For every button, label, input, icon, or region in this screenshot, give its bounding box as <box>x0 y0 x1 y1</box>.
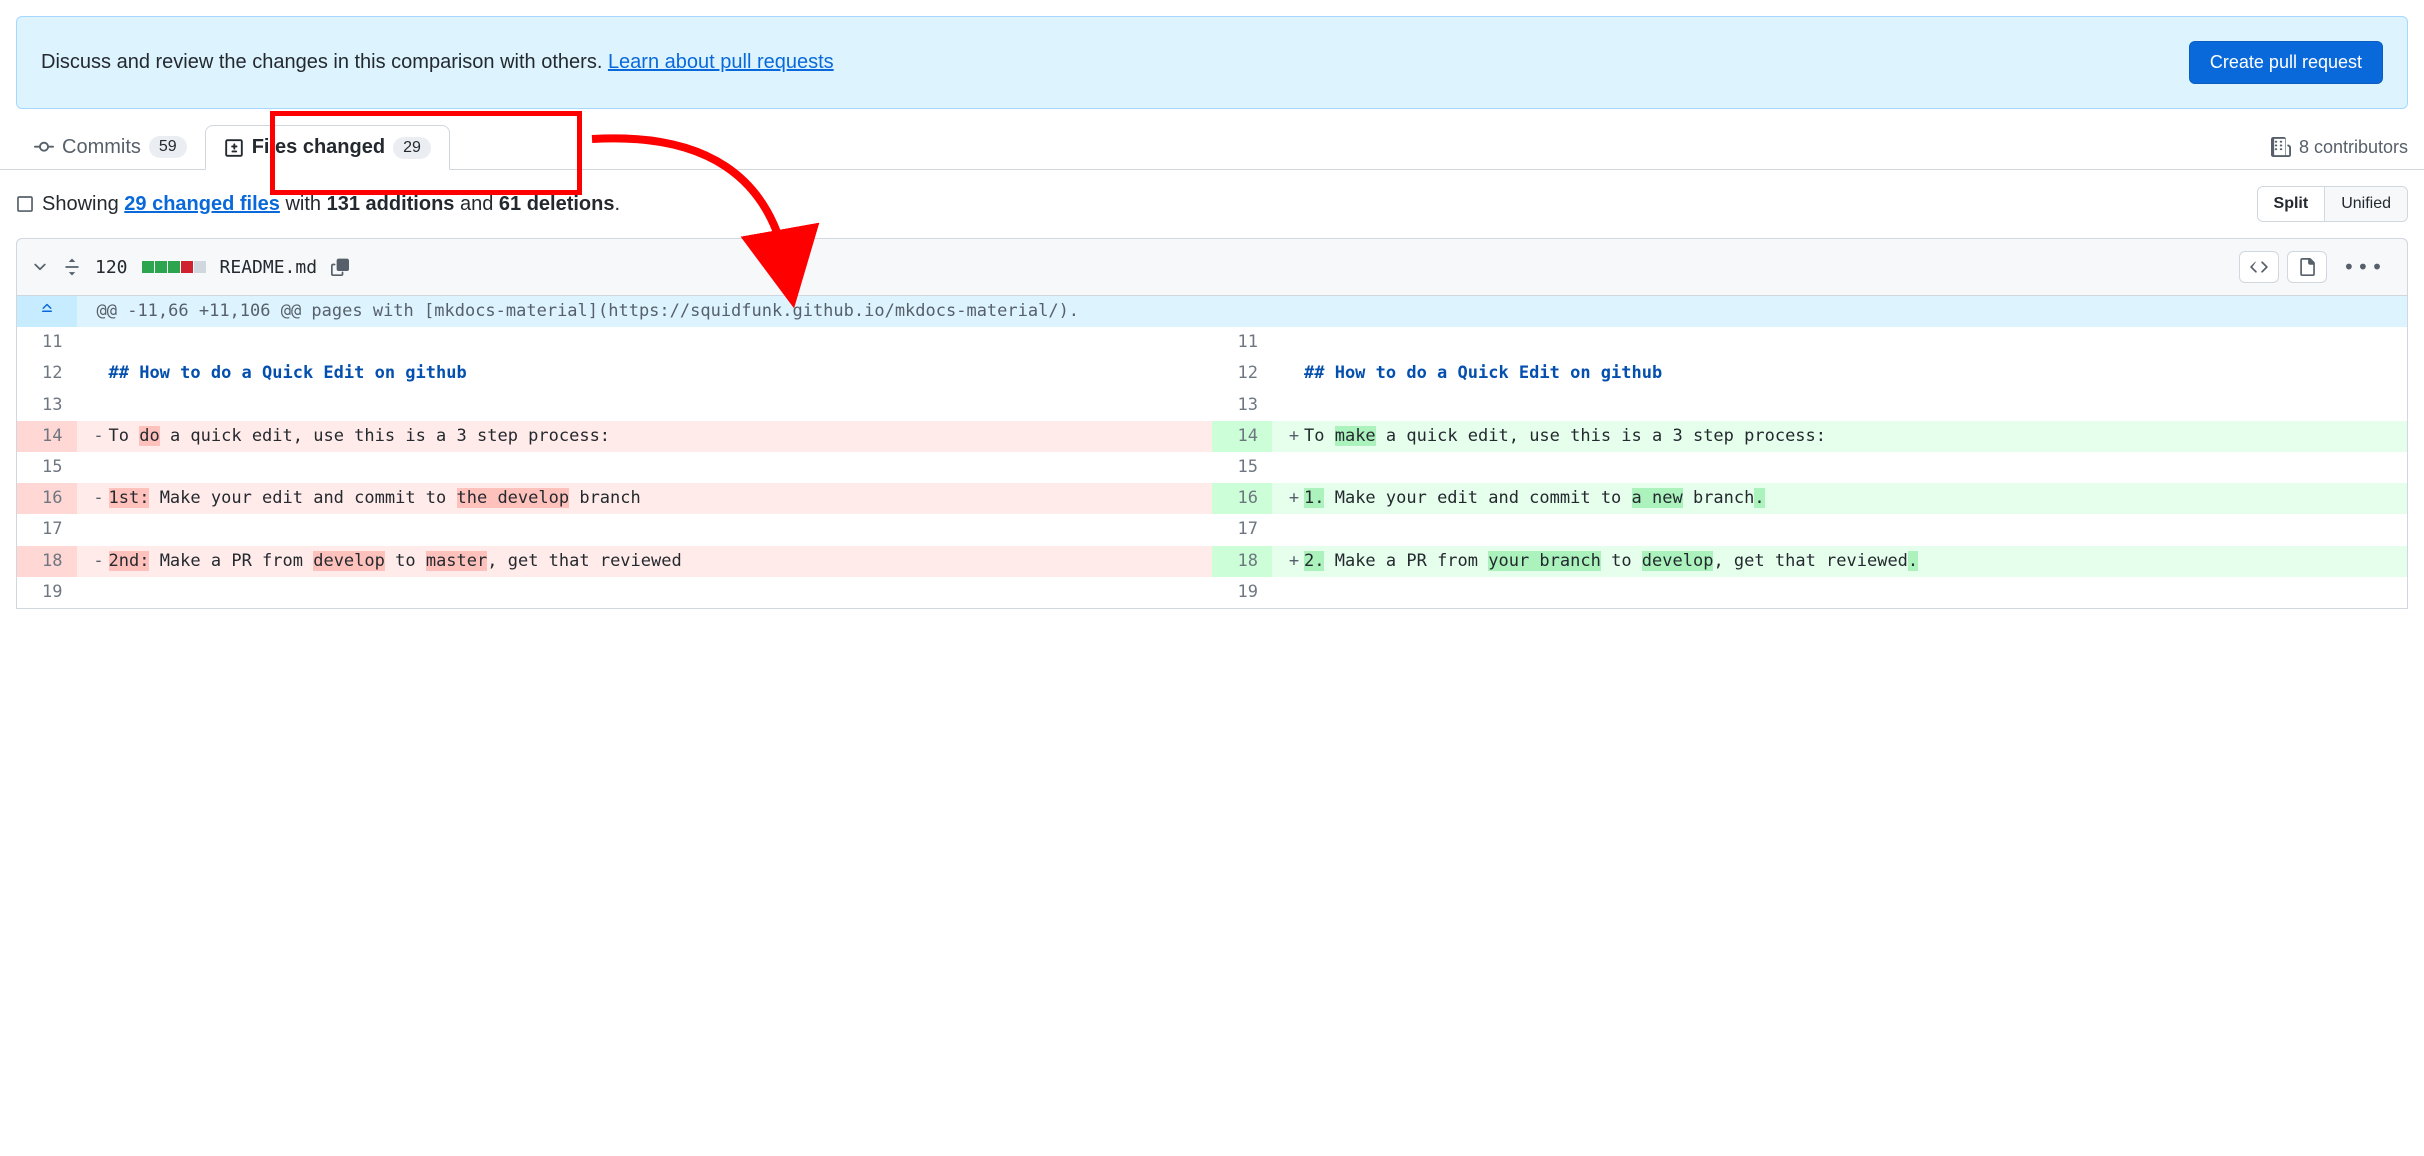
code-new: +To make a quick edit, use this is a 3 s… <box>1272 421 2408 452</box>
summary-mid1: with <box>280 193 327 215</box>
view-rendered-button[interactable] <box>2287 251 2327 283</box>
alert-text-before: Discuss and review the changes in this c… <box>41 51 608 73</box>
create-pr-button[interactable]: Create pull request <box>2189 41 2383 84</box>
code-new <box>1272 577 2408 609</box>
line-number-old[interactable]: 17 <box>17 514 77 545</box>
line-number-new[interactable]: 18 <box>1212 546 1272 577</box>
hunk-header-row: @@ -11,66 +11,106 @@ pages with [mkdocs-… <box>17 296 2408 327</box>
code-new <box>1272 452 2408 483</box>
code-old: -2nd: Make a PR from develop to master, … <box>77 546 1213 577</box>
code-old <box>77 577 1213 609</box>
diff-row: 1515 <box>17 452 2408 483</box>
copy-icon[interactable] <box>331 258 349 276</box>
summary-showing: Showing <box>42 193 124 215</box>
tab-files-count: 29 <box>393 137 431 159</box>
code-old <box>77 327 1213 358</box>
unified-view-button[interactable]: Unified <box>2325 187 2407 221</box>
kebab-menu[interactable]: ••• <box>2335 249 2393 285</box>
line-number-new[interactable]: 16 <box>1212 483 1272 514</box>
code-old: -To do a quick edit, use this is a 3 ste… <box>77 421 1213 452</box>
line-number-old[interactable]: 11 <box>17 327 77 358</box>
line-number-old[interactable]: 18 <box>17 546 77 577</box>
line-number-old[interactable]: 13 <box>17 390 77 421</box>
learn-pr-link[interactable]: Learn about pull requests <box>608 51 834 73</box>
alert-text: Discuss and review the changes in this c… <box>41 51 834 74</box>
diff-row: 18-2nd: Make a PR from develop to master… <box>17 546 2408 577</box>
organization-icon <box>2271 137 2291 157</box>
commits-icon <box>34 137 54 157</box>
diff-view-toggle: Split Unified <box>2257 186 2408 222</box>
diff-icon <box>224 138 244 158</box>
code-old: -1st: Make your edit and commit to the d… <box>77 483 1213 514</box>
tabs-row: Commits 59 Files changed 29 8 contributo… <box>0 125 2424 170</box>
line-number-new[interactable]: 12 <box>1212 358 1272 389</box>
file-diff-icon <box>16 195 34 213</box>
code-new <box>1272 390 2408 421</box>
line-number-old[interactable]: 15 <box>17 452 77 483</box>
tab-files-label: Files changed <box>252 136 385 159</box>
diff-row: 14-To do a quick edit, use this is a 3 s… <box>17 421 2408 452</box>
file-actions: ••• <box>2239 249 2393 285</box>
code-old <box>77 514 1213 545</box>
code-new <box>1272 514 2408 545</box>
summary-row: Showing 29 changed files with 131 additi… <box>0 170 2424 238</box>
diff-row: 13 13 <box>17 390 2408 421</box>
line-number-old[interactable]: 14 <box>17 421 77 452</box>
code-old: ## How to do a Quick Edit on github <box>77 358 1213 389</box>
line-number-old[interactable]: 16 <box>17 483 77 514</box>
line-number-new[interactable]: 17 <box>1212 514 1272 545</box>
chevron-down-icon[interactable] <box>31 258 49 276</box>
line-number-old[interactable]: 19 <box>17 577 77 609</box>
summary-end: . <box>615 193 621 215</box>
tab-commits-count: 59 <box>149 136 187 158</box>
tab-commits[interactable]: Commits 59 <box>16 126 205 169</box>
view-source-button[interactable] <box>2239 251 2279 283</box>
contributors-label: 8 contributors <box>2299 137 2408 158</box>
line-number-old[interactable]: 12 <box>17 358 77 389</box>
code-old <box>77 452 1213 483</box>
line-number-new[interactable]: 13 <box>1212 390 1272 421</box>
code-new <box>1272 327 2408 358</box>
expand-up-button[interactable] <box>17 296 77 327</box>
code-new: +1. Make your edit and commit to a new b… <box>1272 483 2408 514</box>
filename: README.md <box>220 257 318 278</box>
line-number-new[interactable]: 15 <box>1212 452 1272 483</box>
code-icon <box>2250 258 2268 276</box>
line-number-new[interactable]: 14 <box>1212 421 1272 452</box>
changed-files-link[interactable]: 29 changed files <box>124 193 280 215</box>
diff-row: 16-1st: Make your edit and commit to the… <box>17 483 2408 514</box>
code-old <box>77 390 1213 421</box>
file-icon <box>2298 258 2316 276</box>
diff-row: 11 11 <box>17 327 2408 358</box>
code-new: +2. Make a PR from your branch to develo… <box>1272 546 2408 577</box>
code-new: ## How to do a Quick Edit on github <box>1272 358 2408 389</box>
file-header: 120 README.md ••• <box>16 238 2408 296</box>
tab-commits-label: Commits <box>62 136 141 159</box>
summary-text: Showing 29 changed files with 131 additi… <box>16 193 620 216</box>
contributors[interactable]: 8 contributors <box>2271 137 2408 158</box>
expand-all-icon[interactable] <box>63 258 81 276</box>
summary-deletions: 61 deletions <box>499 193 615 215</box>
line-number-new[interactable]: 19 <box>1212 577 1272 609</box>
diff-row: 1717 <box>17 514 2408 545</box>
summary-mid2: and <box>454 193 498 215</box>
file-line-count: 120 <box>95 257 128 278</box>
diff-table: @@ -11,66 +11,106 @@ pages with [mkdocs-… <box>16 296 2408 609</box>
summary-additions: 131 additions <box>327 193 455 215</box>
line-number-new[interactable]: 11 <box>1212 327 1272 358</box>
diff-row: 12 ## How to do a Quick Edit on github12… <box>17 358 2408 389</box>
diff-row: 1919 <box>17 577 2408 609</box>
tab-files-changed[interactable]: Files changed 29 <box>205 125 450 170</box>
split-view-button[interactable]: Split <box>2258 187 2326 221</box>
hunk-header-text: @@ -11,66 +11,106 @@ pages with [mkdocs-… <box>77 296 2408 327</box>
pr-alert-banner: Discuss and review the changes in this c… <box>16 16 2408 109</box>
diff-stat-squares <box>142 261 206 273</box>
